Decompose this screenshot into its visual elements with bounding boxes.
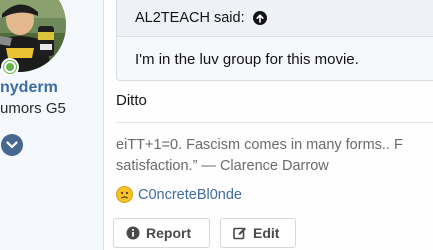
chevron-down-icon (6, 141, 18, 149)
online-status-icon (1, 58, 19, 76)
info-circle-icon (126, 226, 140, 240)
signature-divider (116, 122, 433, 123)
arrow-up-circle-icon[interactable] (252, 11, 267, 25)
report-label: Report (146, 225, 192, 241)
reactions-bar: C0ncreteBl0nde (116, 186, 242, 203)
user-title: umors G5 (0, 100, 66, 117)
quote-header: AL2TEACH said: (117, 0, 433, 37)
username-link[interactable]: nyderm (0, 79, 58, 97)
message-body: Ditto (116, 92, 147, 109)
quote-text: I'm in the luv group for this movie. (135, 51, 359, 68)
user-sidebar: nyderm umors G5 (0, 0, 104, 250)
reaction-users-link[interactable]: C0ncreteBl0nde (138, 187, 242, 203)
report-button[interactable]: Report (113, 218, 210, 248)
confused-face-icon (116, 186, 133, 203)
expand-user-info-button[interactable] (1, 134, 23, 156)
signature-line: eiTT+1=0. Fascism comes in many forms.. … (116, 137, 403, 153)
quote-author[interactable]: AL2TEACH said: (135, 10, 245, 26)
signature: eiTT+1=0. Fascism comes in many forms.. … (116, 135, 403, 177)
edit-label: Edit (253, 225, 280, 241)
edit-icon (233, 227, 246, 240)
edit-button[interactable]: Edit (220, 218, 296, 248)
signature-line: satisfaction.” — Clarence Darrow (116, 158, 329, 174)
quote-block: AL2TEACH said: I'm in the luv group for … (116, 0, 433, 81)
